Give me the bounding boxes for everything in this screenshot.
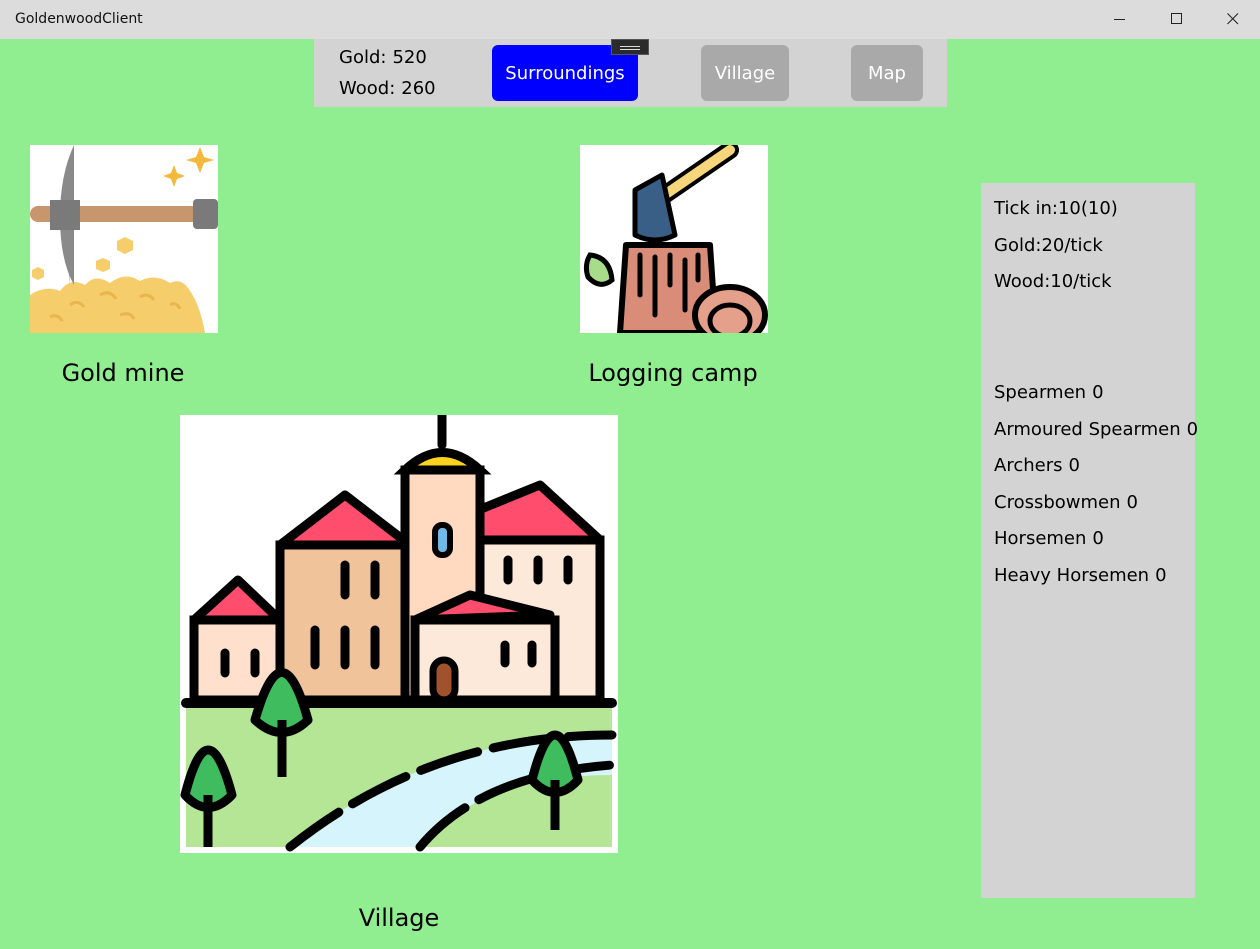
- maximize-icon: [1170, 13, 1182, 24]
- unit-name: Heavy Horsemen: [994, 565, 1150, 586]
- unit-count: 0: [1186, 419, 1199, 440]
- map-button[interactable]: Map: [851, 45, 923, 101]
- unit-row-spearmen: Spearmen 0: [994, 382, 1104, 403]
- gold-mine-image[interactable]: [30, 145, 218, 333]
- minimize-button[interactable]: [1091, 0, 1148, 38]
- app-title: GoldenwoodClient: [15, 11, 143, 27]
- drag-handle[interactable]: [611, 39, 649, 55]
- wood-label: Wood:: [339, 78, 396, 99]
- minimize-icon: [1113, 19, 1125, 20]
- close-icon: [1226, 13, 1238, 25]
- close-button[interactable]: [1204, 0, 1260, 38]
- wood-rate: Wood:10/tick: [994, 271, 1112, 292]
- village-icon: [180, 415, 618, 853]
- unit-count: 0: [1092, 528, 1104, 549]
- wood-value: 260: [401, 78, 436, 99]
- village-label: Village: [358, 904, 440, 932]
- gold-label: Gold:: [339, 47, 387, 68]
- unit-name: Crossbowmen: [994, 492, 1121, 513]
- unit-name: Spearmen: [994, 382, 1087, 403]
- stats-panel: Tick in:10(10) Gold:20/tick Wood:10/tick…: [981, 183, 1198, 898]
- unit-count: 0: [1068, 455, 1080, 476]
- village-image[interactable]: [180, 415, 618, 853]
- wood-resource: Wood: 260: [339, 78, 436, 99]
- unit-row-crossbowmen: Crossbowmen 0: [994, 492, 1138, 513]
- maximize-button[interactable]: [1148, 0, 1205, 38]
- tick-counter: Tick in:10(10): [994, 198, 1118, 219]
- unit-count: 0: [1092, 382, 1104, 403]
- unit-row-horsemen: Horsemen 0: [994, 528, 1104, 549]
- gold-mine-label: Gold mine: [61, 359, 185, 387]
- logging-camp-image[interactable]: [580, 145, 768, 333]
- gold-resource: Gold: 520: [339, 47, 427, 68]
- unit-row-archers: Archers 0: [994, 455, 1080, 476]
- unit-name: Archers: [994, 455, 1063, 476]
- unit-row-heavy-horsemen: Heavy Horsemen 0: [994, 565, 1167, 586]
- unit-row-armoured-spearmen: Armoured Spearmen 0: [994, 419, 1198, 440]
- pickaxe-icon: [30, 145, 218, 333]
- top-bar: Gold: 520 Wood: 260 Surroundings Village M…: [314, 39, 947, 107]
- logging-camp-label: Logging camp: [588, 359, 758, 387]
- unit-count: 0: [1126, 492, 1138, 513]
- unit-name: Horsemen: [994, 528, 1087, 549]
- unit-name: Armoured Spearmen: [994, 419, 1181, 440]
- gold-value: 520: [392, 47, 427, 68]
- unit-count: 0: [1155, 565, 1167, 586]
- title-bar: GoldenwoodClient: [0, 0, 1260, 39]
- axe-stump-icon: [580, 145, 768, 333]
- village-button[interactable]: Village: [701, 45, 789, 101]
- gold-rate: Gold:20/tick: [994, 235, 1103, 256]
